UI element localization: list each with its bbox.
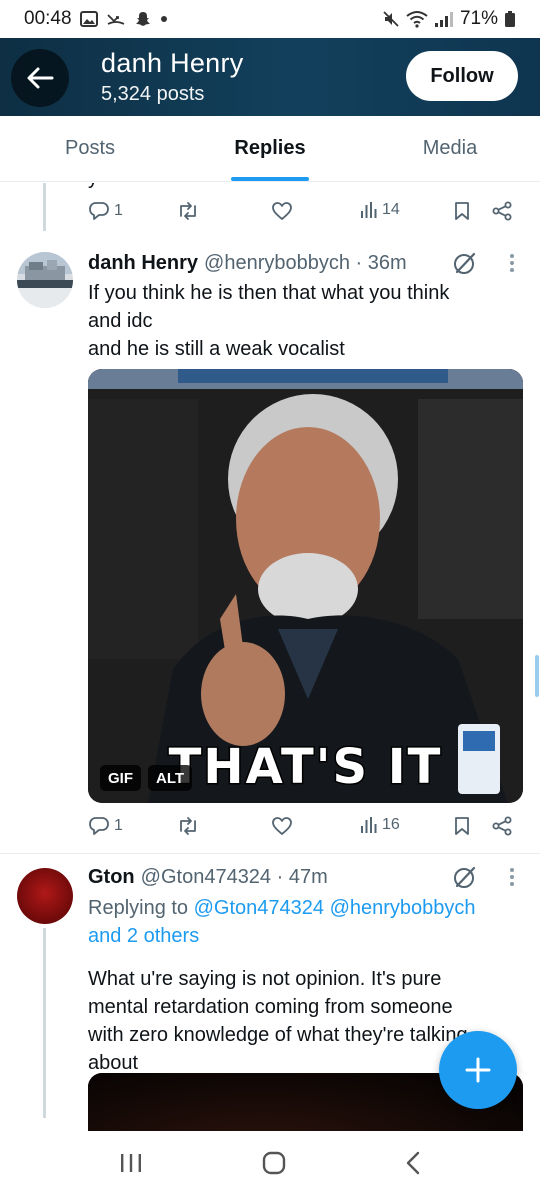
repost-icon: [180, 202, 196, 220]
more-options-icon[interactable]: [508, 252, 516, 279]
author-handle-time: @henrybobbych · 36m: [204, 252, 407, 274]
share-button[interactable]: [491, 816, 513, 836]
arrow-left-icon: [27, 67, 54, 89]
tab-posts[interactable]: Posts: [0, 116, 180, 181]
tweet[interactable]: danh Henry @henrybobbych · 36m If you th…: [0, 238, 540, 853]
analytics-icon: [361, 817, 377, 833]
back-button[interactable]: [11, 49, 69, 107]
system-nav-bar: [0, 1131, 540, 1199]
back-nav-icon[interactable]: [404, 1150, 422, 1181]
gif-badge: GIF: [100, 765, 141, 791]
share-icon: [492, 201, 512, 221]
reply-count: 1: [114, 202, 123, 219]
reply-count: 1: [114, 817, 123, 834]
tweet-text-line: and he is still a weak vocalist: [88, 338, 345, 360]
grok-icon[interactable]: [452, 250, 478, 281]
more-options-icon[interactable]: [508, 866, 516, 893]
replying-prefix: Replying to: [88, 897, 194, 919]
reply-icon: [89, 817, 109, 835]
alt-badge[interactable]: ALT: [148, 765, 193, 791]
avatar[interactable]: [17, 252, 73, 308]
repost-button[interactable]: [176, 816, 200, 836]
tweet-text-line: and idc: [88, 310, 153, 332]
dot-icon: [160, 15, 168, 23]
analytics-icon: [361, 202, 377, 218]
reply-icon: [89, 202, 109, 220]
tweet-text-line: If you think he is then that what you th…: [88, 282, 450, 304]
compose-button[interactable]: [439, 1031, 517, 1109]
author-name[interactable]: Gton: [88, 866, 135, 889]
thread-line: [43, 183, 46, 231]
replying-to-others-link[interactable]: and 2 others: [88, 922, 508, 950]
heart-icon: [272, 817, 292, 835]
replying-to: Replying to @Gton474324 @henrybobbych an…: [88, 894, 508, 950]
gallery-icon: [79, 11, 98, 27]
scrollbar[interactable]: [535, 655, 539, 697]
post-count: 5,324 posts: [101, 83, 205, 105]
view-count: 14: [382, 201, 400, 218]
missed-call-icon: [106, 11, 126, 27]
plus-icon: [465, 1057, 491, 1083]
mute-icon: [382, 10, 400, 28]
timeline[interactable]: y 1 14: [0, 183, 540, 1131]
reply-button[interactable]: 1: [88, 816, 123, 836]
tweet-media-gif[interactable]: THAT'S IT GIF ALT: [88, 369, 523, 803]
thread-line: [43, 928, 46, 1118]
like-button[interactable]: [271, 816, 293, 836]
tweet-header: Gton @Gton474324 · 47m: [88, 866, 328, 889]
follow-button[interactable]: Follow: [406, 51, 518, 101]
snapchat-icon: [134, 10, 152, 28]
bookmark-button[interactable]: [453, 201, 471, 221]
like-button[interactable]: [271, 201, 293, 221]
recent-apps-icon[interactable]: [118, 1152, 144, 1179]
status-time: 00:48: [24, 8, 72, 29]
home-icon[interactable]: [261, 1150, 287, 1181]
battery-percent: 71%: [459, 8, 498, 29]
views-button[interactable]: 16: [360, 816, 400, 834]
bookmark-icon: [455, 817, 469, 835]
heart-icon: [272, 202, 292, 220]
tweet-text-line: What u're saying is not opinion. It's pu…: [88, 968, 442, 990]
profile-tabs: Posts Replies Media: [0, 116, 540, 182]
avatar[interactable]: [17, 868, 73, 924]
grok-icon[interactable]: [452, 864, 478, 895]
truncated-text: y: [88, 183, 98, 190]
author-handle-time: @Gton474324 · 47m: [140, 866, 328, 888]
tweet-text-line: with zero knowledge of what they're talk…: [88, 1024, 468, 1046]
view-count: 16: [382, 816, 400, 833]
signal-icon: [434, 10, 454, 28]
wifi-icon: [406, 10, 428, 28]
profile-header: danh Henry 5,324 posts Follow: [0, 38, 540, 116]
gif-preview-image: [88, 369, 523, 803]
bookmark-button[interactable]: [453, 816, 471, 836]
share-button[interactable]: [491, 201, 513, 221]
battery-icon: [504, 10, 516, 28]
status-bar: 00:48 71%: [0, 0, 540, 38]
prev-tweet-actions: 1 14: [88, 198, 518, 228]
tab-replies[interactable]: Replies: [180, 116, 360, 181]
tweet-text: If you think he is then that what you th…: [88, 279, 508, 363]
tab-media[interactable]: Media: [360, 116, 540, 181]
tweet-text-line: mental retardation coming from someone: [88, 996, 453, 1018]
author-name[interactable]: danh Henry: [88, 252, 198, 275]
repost-icon: [180, 817, 196, 835]
views-button[interactable]: 14: [360, 201, 400, 219]
active-tab-indicator: [231, 177, 309, 181]
share-icon: [492, 816, 512, 836]
bookmark-icon: [455, 202, 469, 220]
tweet-header: danh Henry @henrybobbych · 36m: [88, 252, 407, 275]
replying-to-link[interactable]: @Gton474324 @henrybobbych: [194, 897, 476, 919]
reply-button[interactable]: 1: [88, 201, 123, 221]
profile-name: danh Henry: [101, 48, 244, 78]
tweet-actions: 1 16: [88, 813, 518, 843]
repost-button[interactable]: [176, 201, 200, 221]
